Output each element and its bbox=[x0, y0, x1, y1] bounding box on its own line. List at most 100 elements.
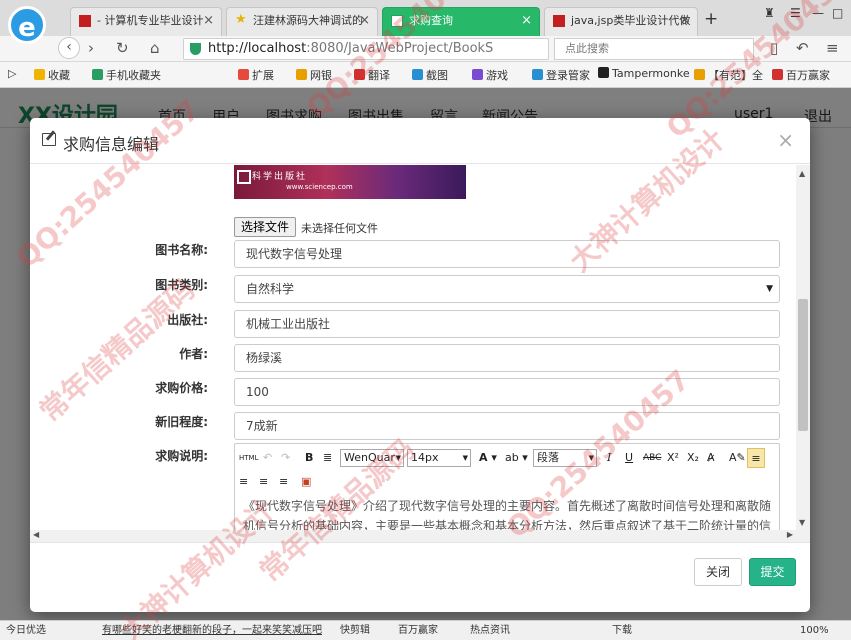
maximize-icon[interactable]: □ bbox=[832, 6, 843, 20]
font-family-select[interactable]: WenQuar ▼ bbox=[340, 449, 404, 467]
home-icon[interactable]: ⌂ bbox=[150, 38, 160, 58]
tab-close-icon[interactable]: × bbox=[359, 8, 370, 34]
tab-close-icon[interactable]: × bbox=[203, 8, 214, 34]
tab-close-icon[interactable]: × bbox=[521, 8, 532, 34]
clear-format-icon[interactable]: A̷ bbox=[707, 448, 715, 468]
close-button[interactable]: 关闭 bbox=[694, 558, 742, 586]
book-cover-image: 科学出版社 www.sciencep.com bbox=[234, 165, 466, 199]
modal-horizontal-scrollbar[interactable]: ◀ ▶ bbox=[30, 530, 796, 542]
bookmark-extensions[interactable]: 扩展 bbox=[238, 67, 274, 83]
baiwan-link[interactable]: 百万赢家 bbox=[398, 621, 438, 640]
modal-body: 科学出版社 www.sciencep.com 选择文件 未选择任何文件 图书名称… bbox=[30, 165, 810, 543]
scroll-left-icon[interactable]: ◀ bbox=[33, 530, 39, 539]
align-right-icon[interactable]: ≡ bbox=[259, 472, 268, 492]
undo-icon[interactable]: ↶ bbox=[263, 448, 272, 468]
bookmark-baiwan[interactable]: 百万赢家 bbox=[772, 67, 830, 83]
field-label-condition: 新旧程度: bbox=[155, 415, 208, 429]
hot-news-link[interactable]: 热点资讯 bbox=[470, 621, 510, 640]
scroll-up-icon[interactable]: ▲ bbox=[799, 169, 805, 178]
close-icon[interactable]: × bbox=[777, 128, 794, 152]
scroll-right-icon[interactable]: ▶ bbox=[787, 530, 793, 539]
bookmarks-bar: ▷ 收藏 手机收藏夹 扩展 网银 翻译 截图 游戏 登录管家 Tampermon… bbox=[0, 62, 851, 88]
remove-format-icon[interactable]: ≣ bbox=[323, 448, 332, 468]
paragraph-select[interactable]: 段落 ▼ bbox=[533, 449, 597, 467]
align-justify-icon[interactable]: ≡ bbox=[279, 472, 288, 492]
category-selected: 自然科学 bbox=[246, 282, 295, 296]
news-ticker[interactable]: 有哪些好笑的老梗翻新的段子，一起来笑笑减压吧 bbox=[102, 621, 322, 640]
more-icon[interactable]: ≡ bbox=[826, 38, 839, 58]
bookmark-tampermonkey[interactable]: Tampermonke bbox=[598, 67, 690, 80]
skin-icon[interactable]: ♜ bbox=[764, 6, 775, 20]
refresh-icon[interactable]: ↻ bbox=[116, 38, 129, 58]
bookmark-mobile[interactable]: 手机收藏夹 bbox=[92, 67, 161, 83]
gamepad-icon bbox=[472, 69, 483, 80]
strikethrough-icon[interactable]: ABC bbox=[643, 448, 661, 468]
align-left-icon[interactable]: ≡ bbox=[747, 448, 765, 468]
rich-text-editor[interactable]: HTML ↶ ↷ B ≣ WenQuar ▼ 14px ▼ A ▾ ab ▾ 段落 ▼… bbox=[234, 443, 780, 542]
bookmark-bank[interactable]: 网银 bbox=[296, 67, 332, 83]
price-input[interactable]: 100 bbox=[234, 378, 780, 406]
browser-logo-icon[interactable]: e bbox=[8, 6, 46, 44]
search-input[interactable]: 点此搜索 bbox=[554, 38, 754, 60]
url-input[interactable]: http://localhost:8080/JavaWebProject/Boo… bbox=[183, 38, 549, 60]
submit-button[interactable]: 提交 bbox=[749, 558, 796, 586]
bookmarks-toggle-icon[interactable]: ▷ bbox=[8, 67, 16, 80]
tab-label: - 计算机专业毕业设计 bbox=[97, 14, 204, 27]
bookmark-games[interactable]: 游戏 bbox=[472, 67, 508, 83]
extension-icon bbox=[238, 69, 249, 80]
bookmark-favorites[interactable]: 收藏 bbox=[34, 67, 70, 83]
zoom-level[interactable]: 100% bbox=[800, 621, 829, 640]
bold-icon[interactable]: B bbox=[305, 448, 313, 468]
category-select[interactable]: 自然科学 ▼ bbox=[234, 275, 780, 303]
publisher-input[interactable]: 机械工业出版社 bbox=[234, 310, 780, 338]
choose-file-button[interactable]: 选择文件 bbox=[234, 217, 297, 237]
book-title-input[interactable]: 现代数字信号处理 bbox=[234, 240, 780, 268]
tab-2[interactable]: ★ 汪建林源码大神调试的 × bbox=[226, 7, 378, 36]
bookmark-translate[interactable]: 翻译 bbox=[354, 67, 390, 83]
tab-label: 汪建林源码大神调试的 bbox=[253, 14, 363, 27]
phone-icon[interactable]: ▯ bbox=[770, 38, 778, 58]
condition-input[interactable]: 7成新 bbox=[234, 412, 780, 440]
tab-4[interactable]: java,jsp类毕业设计代做 × bbox=[544, 7, 698, 36]
tab-3-active[interactable]: 求购查询 × bbox=[382, 7, 540, 36]
quick-edit-link[interactable]: 快剪辑 bbox=[340, 621, 370, 640]
tab-label: 求购查询 bbox=[409, 14, 453, 27]
back-icon[interactable]: ‹ bbox=[58, 37, 80, 59]
chevron-down-icon: ▼ bbox=[588, 454, 594, 462]
chevron-down-icon: ▼ bbox=[766, 284, 773, 294]
undo-icon[interactable]: ↶ bbox=[796, 38, 809, 58]
bookmark-youfan[interactable]: 【有范】全 bbox=[694, 67, 763, 83]
forward-icon[interactable]: › bbox=[88, 38, 94, 58]
italic-icon[interactable]: I bbox=[607, 448, 611, 468]
scroll-thumb[interactable] bbox=[798, 299, 808, 431]
bookmark-login-manager[interactable]: 登录管家 bbox=[532, 67, 590, 83]
scroll-down-icon[interactable]: ▼ bbox=[799, 518, 805, 527]
modal-vertical-scrollbar[interactable]: ▲ ▼ bbox=[796, 165, 810, 542]
align-center-icon[interactable]: ≡ bbox=[239, 472, 248, 492]
field-label-publisher: 出版社: bbox=[167, 313, 208, 327]
html-source-icon[interactable]: HTML bbox=[239, 448, 258, 468]
translate-icon bbox=[354, 69, 365, 80]
minimize-icon[interactable]: — bbox=[812, 6, 824, 20]
new-tab-icon[interactable]: + bbox=[704, 9, 718, 29]
daily-picks-link[interactable]: 今日优选 bbox=[6, 621, 46, 640]
redo-icon[interactable]: ↷ bbox=[281, 448, 290, 468]
highlight-icon[interactable]: ab ▾ bbox=[505, 448, 528, 468]
bookmark-screenshot[interactable]: 截图 bbox=[412, 67, 448, 83]
tab-close-icon[interactable]: × bbox=[679, 8, 690, 34]
underline-icon[interactable]: U bbox=[625, 448, 633, 468]
tab-1[interactable]: - 计算机专业毕业设计 × bbox=[70, 7, 222, 36]
menu-icon[interactable]: ☰ bbox=[790, 6, 801, 20]
subscript-icon[interactable]: X₂ bbox=[687, 448, 699, 468]
chevron-down-icon: ▼ bbox=[462, 454, 468, 462]
superscript-icon[interactable]: X² bbox=[667, 448, 679, 468]
search-placeholder: 点此搜索 bbox=[565, 42, 609, 55]
font-color-icon[interactable]: A ▾ bbox=[479, 448, 497, 468]
format-painter-icon[interactable]: A✎ bbox=[729, 448, 746, 468]
edit-modal: 求购信息编辑 × 科学出版社 www.sciencep.com 选择文件 未选择… bbox=[30, 118, 810, 612]
image-icon[interactable]: ▣ bbox=[301, 472, 311, 492]
download-link[interactable]: 下载 bbox=[612, 621, 632, 640]
key-icon bbox=[532, 69, 543, 80]
font-size-select[interactable]: 14px ▼ bbox=[407, 449, 471, 467]
author-input[interactable]: 杨绿溪 bbox=[234, 344, 780, 372]
